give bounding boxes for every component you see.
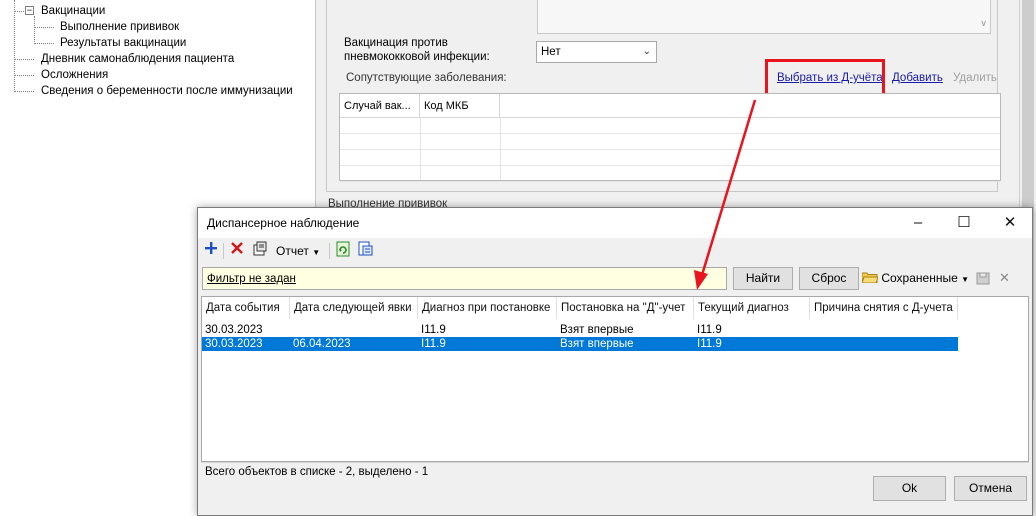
comorbidities-label: Сопутствующие заболевания: [346,72,507,84]
grid-col-line [420,118,421,180]
folder-icon [862,272,878,283]
caret-down-icon: ▼ [312,248,321,257]
delete-link[interactable]: Удалить [953,72,997,84]
properties-icon[interactable] [250,241,270,261]
cell-event-date: 30.03.2023 [205,338,263,350]
ok-button[interactable]: Ok [873,476,946,501]
minimize-button[interactable]: – [898,208,938,238]
status-text: Всего объектов в списке - 2, выделено - … [205,466,429,478]
grid-col-line [500,118,501,180]
grid-header-vaccination-case[interactable]: Случай вак... [340,94,420,118]
tree-item-vaccinations[interactable]: Вакцинации [41,3,105,19]
form-panel: ∨ Вакцинация против пневмококковой инфек… [326,0,1001,192]
filter-text[interactable]: Фильтр не задан [207,273,296,285]
delete-icon[interactable] [228,241,246,261]
report-label: Отчет [276,244,309,258]
cell-event-date: 30.03.2023 [205,324,263,336]
tree-item-self-observation-diary[interactable]: Дневник самонаблюдения пациента [41,51,234,67]
add-icon[interactable] [202,241,220,261]
tree-item-pregnancy-info[interactable]: Сведения о беременности после иммунизаци… [41,83,293,99]
saved-label: Сохраненные [881,271,958,285]
cell-registration: Взят впервые [560,324,634,336]
clear-filter-icon[interactable]: ✕ [999,270,1013,286]
grid-empty-row [340,150,1000,166]
grid-header-filler [500,94,1000,118]
dispensary-list[interactable]: Дата события Дата следующей явки Диагноз… [201,296,1029,462]
col-header-removal-reason[interactable]: Причина снятия с Д-учета [810,297,958,319]
add-link[interactable]: Добавить [892,72,943,84]
dialog-titlebar[interactable]: Диспансерное наблюдение – ☐ ✕ [198,208,1032,238]
tree-item-vaccination-execution[interactable]: Выполнение прививок [60,19,179,35]
grid-empty-row [340,134,1000,150]
cell-current-diagnosis: I11.9 [697,324,722,336]
dialog-title: Диспансерное наблюдение [207,216,360,230]
table-row[interactable]: 30.03.2023 I11.9 Взят впервые I11.9 [202,323,958,337]
maximize-button[interactable]: ☐ [944,208,984,238]
caret-down-icon: ▼ [961,275,970,284]
pneumococcal-label: Вакцинация против пневмококковой инфекци… [344,37,490,63]
toolbar-separator [223,243,224,259]
dispensary-dialog: Диспансерное наблюдение – ☐ ✕ Отчет ▼ Фи… [197,207,1033,516]
tree-connector [14,75,34,76]
highlight-box [765,59,885,97]
saved-filters-dropdown[interactable]: Сохраненные ▼ [862,271,969,285]
tree-item-vaccination-results[interactable]: Результаты вакцинации [60,35,186,51]
cell-initial-diagnosis: I11.9 [421,324,446,336]
tree-connector [34,16,35,44]
tree-connector [14,59,34,60]
cell-registration: Взят впервые [560,338,634,350]
col-header-next-visit[interactable]: Дата следующей явки [290,297,418,319]
notes-textarea[interactable]: ∨ [537,0,991,34]
tree-connector [14,0,15,92]
refresh-icon[interactable] [334,241,352,261]
pneumococcal-select-value: Нет [541,46,561,58]
reset-button[interactable]: Сброс [799,267,859,290]
pneumococcal-select[interactable]: Нет ⌄ [536,41,657,63]
chevron-down-icon: ⌄ [642,46,651,57]
tree-item-complications[interactable]: Осложнения [41,67,108,83]
tree-connector [14,91,34,92]
col-header-current-diagnosis[interactable]: Текущий диагноз [694,297,810,319]
cell-initial-diagnosis: I11.9 [421,338,446,350]
table-row-selected[interactable]: 30.03.2023 06.04.2023 I11.9 Взят впервые… [202,337,958,351]
col-header-event-date[interactable]: Дата события [202,297,290,319]
tree-connector [34,27,54,28]
comorbidities-grid[interactable]: Случай вак... Код МКБ [339,93,1001,182]
export-icon[interactable] [356,241,374,261]
collapse-icon[interactable]: − [25,6,34,15]
find-button[interactable]: Найти [733,267,793,290]
grid-header-icd-code[interactable]: Код МКБ [420,94,500,118]
col-header-initial-diagnosis[interactable]: Диагноз при постановке [418,297,557,319]
cancel-button[interactable]: Отмена [954,476,1027,501]
tree-connector [34,43,54,44]
cell-current-diagnosis: I11.9 [697,338,722,350]
report-dropdown[interactable]: Отчет ▼ [276,241,326,261]
save-filter-icon[interactable] [975,270,993,286]
grid-empty-row [340,166,1000,182]
toolbar-separator [329,243,330,259]
close-button[interactable]: ✕ [990,208,1030,238]
cell-next-visit: 06.04.2023 [293,338,351,350]
chevron-down-icon[interactable]: ∨ [980,18,987,29]
filter-bar: Фильтр не задан Найти Сброс Сохраненные … [198,264,1032,294]
col-header-registration[interactable]: Постановка на "Д"-учет [557,297,694,319]
dialog-toolbar: Отчет ▼ [198,238,1032,264]
status-divider [201,462,1029,463]
filter-field[interactable]: Фильтр не задан [202,267,727,290]
grid-empty-row [340,118,1000,134]
